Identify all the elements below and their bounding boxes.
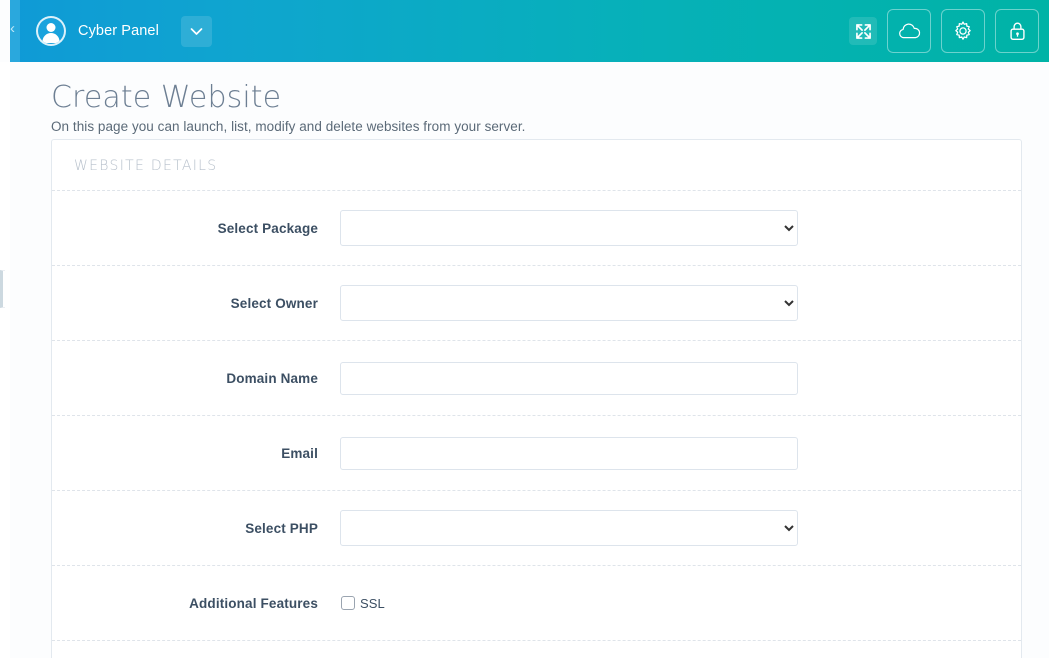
label-select-owner: Select Owner <box>230 295 318 311</box>
form-row-select-package: Select Package <box>52 190 1021 265</box>
form-rows: Select Package Select Owner Domain Name <box>52 190 1021 658</box>
ssl-checkbox-group[interactable]: SSL <box>340 596 1021 611</box>
field-wrap-select-package <box>340 210 1021 246</box>
user-avatar-icon[interactable] <box>36 16 66 46</box>
avatar-body-shape <box>42 33 60 43</box>
form-row-select-php: Select PHP <box>52 490 1021 565</box>
app-root: ‹ Cyber Panel Create Website On this pag… <box>0 0 1049 658</box>
page-subtitle: On this page you can launch, list, modif… <box>51 119 526 134</box>
expand-arrows-icon <box>855 23 871 39</box>
page-heading-block: Create Website On this page you can laun… <box>51 80 951 134</box>
form-row-additional-features: Additional Features SSL <box>52 565 1021 640</box>
header-edge-glyph: ‹ <box>10 20 15 37</box>
avatar-head-shape <box>46 23 56 32</box>
brand-area: Cyber Panel <box>36 0 212 62</box>
domain-name-input[interactable] <box>340 361 798 395</box>
cloud-button[interactable] <box>887 9 931 53</box>
gear-icon <box>955 21 971 40</box>
settings-button[interactable] <box>941 9 985 53</box>
field-wrap-domain-name <box>340 361 1021 395</box>
label-email: Email <box>281 445 318 461</box>
website-details-panel: WEBSITE DETAILS Select Package Select Ow… <box>51 139 1022 658</box>
field-wrap-select-owner <box>340 285 1021 321</box>
ssl-checkbox-label: SSL <box>360 595 385 611</box>
sidebar-item-active[interactable] <box>0 270 5 308</box>
form-row-select-owner: Select Owner <box>52 265 1021 340</box>
label-additional-features: Additional Features <box>189 595 318 611</box>
label-select-php: Select PHP <box>245 520 318 536</box>
cloud-icon <box>898 23 920 38</box>
header-actions <box>849 0 1039 62</box>
label-domain-name: Domain Name <box>226 370 318 386</box>
page-title: Create Website <box>51 80 282 115</box>
panel-heading: WEBSITE DETAILS <box>74 158 218 174</box>
user-menu-button[interactable] <box>180 15 212 47</box>
select-package-dropdown[interactable] <box>340 210 798 246</box>
brand-label: Cyber Panel <box>78 23 159 39</box>
sidebar <box>0 62 10 658</box>
field-wrap-additional-features: SSL <box>340 596 1021 611</box>
fullscreen-toggle-button[interactable] <box>849 17 877 45</box>
lock-icon <box>1009 22 1025 40</box>
lock-button[interactable] <box>995 9 1039 53</box>
header-left-edge: ‹ <box>10 0 20 62</box>
form-row-email: Email <box>52 415 1021 490</box>
form-row-submit <box>52 640 1021 658</box>
email-input[interactable] <box>340 436 798 470</box>
ssl-checkbox[interactable] <box>341 596 355 610</box>
field-wrap-email <box>340 436 1021 470</box>
select-owner-dropdown[interactable] <box>340 285 798 321</box>
field-wrap-select-php <box>340 510 1021 546</box>
label-select-package: Select Package <box>217 220 318 236</box>
top-header-bar: ‹ Cyber Panel <box>10 0 1049 62</box>
form-row-domain-name: Domain Name <box>52 340 1021 415</box>
chevron-down-icon <box>190 27 203 35</box>
select-php-dropdown[interactable] <box>340 510 798 546</box>
